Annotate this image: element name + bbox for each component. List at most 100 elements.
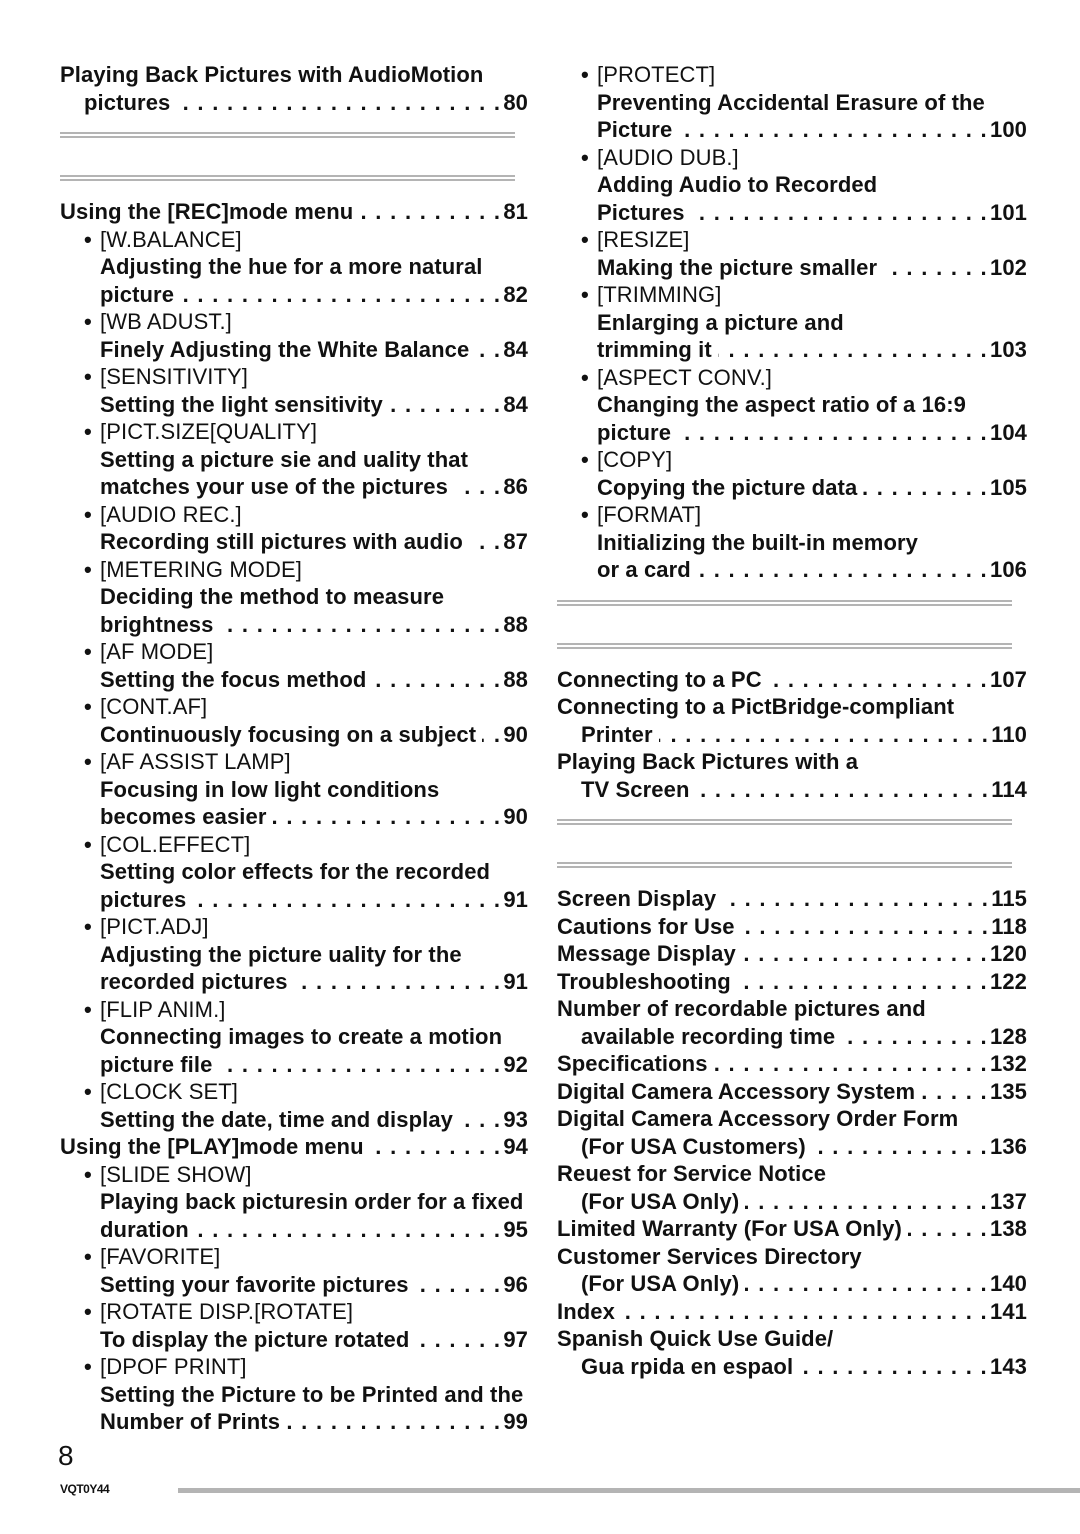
toc-entry[interactable]: Limited Warranty (For USA Only) 138: [557, 1215, 1027, 1243]
toc-entry-continued[interactable]: Setting the Picture to be Printed and th…: [60, 1381, 528, 1409]
bullet-icon: •: [84, 309, 92, 334]
toc-entry[interactable]: TV Screen 114: [557, 775, 1027, 803]
toc-entry[interactable]: recorded pictures 91: [60, 968, 528, 996]
toc-entry[interactable]: (For USA Customers) 136: [557, 1132, 1027, 1160]
toc-entry-continued[interactable]: Digital Camera Accessory Order Form: [557, 1105, 1027, 1133]
toc-entry-continued[interactable]: Reuest for Service Notice: [557, 1160, 1027, 1188]
toc-entry-continued[interactable]: Enlarging a picture and: [557, 309, 1027, 337]
toc-entry[interactable]: available recording time 128: [557, 1022, 1027, 1050]
toc-menu-item-heading[interactable]: • [COPY]: [557, 446, 1027, 474]
toc-entry-continued[interactable]: Setting a picture sie and uality that: [60, 446, 528, 474]
toc-entry[interactable]: picture 104: [557, 418, 1027, 446]
toc-entry[interactable]: picture 82: [60, 280, 528, 308]
menu-item-label: [ASPECT CONV.]: [597, 364, 773, 390]
toc-menu-item-heading[interactable]: • [SENSITIVITY]: [60, 363, 528, 391]
toc-entry-continued[interactable]: Setting color effects for the recorded: [60, 858, 528, 886]
toc-entry[interactable]: Finely Adjusting the White Balance 84: [60, 335, 528, 363]
toc-entry[interactable]: Cautions for Use 118: [557, 912, 1027, 940]
toc-entry[interactable]: or a card 106: [557, 556, 1027, 584]
toc-entry-continued[interactable]: Adjusting the hue for a more natural: [60, 253, 528, 281]
toc-menu-item-heading[interactable]: • [ROTATE DISP.[ROTATE]: [60, 1298, 528, 1326]
toc-entry[interactable]: Digital Camera Accessory System 135: [557, 1077, 1027, 1105]
toc-entry[interactable]: Number of Prints 99: [60, 1408, 528, 1436]
toc-entry-continued[interactable]: Adding Audio to Recorded: [557, 171, 1027, 199]
toc-entry-continued[interactable]: Connecting to a PictBridge-compliant: [557, 693, 1027, 721]
toc-entry[interactable]: To display the picture rotated 97: [60, 1325, 528, 1353]
toc-entry[interactable]: Specifications 132: [557, 1050, 1027, 1078]
toc-menu-item-heading[interactable]: • [DPOF PRINT]: [60, 1353, 528, 1381]
toc-menu-item-heading[interactable]: • [AF ASSIST LAMP]: [60, 748, 528, 776]
toc-entry[interactable]: Printer 110: [557, 720, 1027, 748]
toc-entry-continued[interactable]: Playing back picturesin order for a fixe…: [60, 1188, 528, 1216]
toc-entry[interactable]: Using the [PLAY]mode menu 94: [60, 1133, 528, 1161]
toc-menu-item-heading[interactable]: • [W.BALANCE]: [60, 226, 528, 254]
toc-entry[interactable]: Recording still pictures with audio 87: [60, 528, 528, 556]
toc-entry[interactable]: Index 141: [557, 1297, 1027, 1325]
toc-entry[interactable]: duration 95: [60, 1215, 528, 1243]
menu-item-label: [AF ASSIST LAMP]: [100, 749, 291, 774]
toc-entry-continued[interactable]: Changing the aspect ratio of a 16:9: [557, 391, 1027, 419]
toc-menu-item-heading[interactable]: • [AF MODE]: [60, 638, 528, 666]
toc-entry[interactable]: Picture 100: [557, 116, 1027, 144]
toc-entry[interactable]: Setting your favorite pictures 96: [60, 1270, 528, 1298]
toc-entry[interactable]: (For USA Only) 140: [557, 1270, 1027, 1298]
toc-menu-item-heading[interactable]: • [TRIMMING]: [557, 281, 1027, 309]
toc-entry[interactable]: Screen Display 115: [557, 885, 1027, 913]
entry-title: Making the picture smaller: [597, 253, 882, 281]
toc-menu-item-heading[interactable]: • [COL.EFFECT]: [60, 831, 528, 859]
toc-entry-continued[interactable]: Connecting images to create a motion: [60, 1023, 528, 1051]
toc-menu-item-heading[interactable]: • [PICT.SIZE[QUALITY]: [60, 418, 528, 446]
toc-entry[interactable]: trimming it 103: [557, 336, 1027, 364]
toc-entry-continued[interactable]: Playing Back Pictures with a: [557, 748, 1027, 776]
toc-entry-continued[interactable]: Preventing Accidental Erasure of the: [557, 89, 1027, 117]
entry-title: Setting the Picture to be Printed and th…: [100, 1381, 528, 1407]
toc-menu-item-heading[interactable]: • [FORMAT]: [557, 501, 1027, 529]
entry-title: becomes easier: [100, 803, 271, 831]
toc-entry-continued[interactable]: Focusing in low light conditions: [60, 776, 528, 804]
toc-entry-continued[interactable]: Deciding the method to measure: [60, 583, 528, 611]
toc-entry-continued[interactable]: Number of recordable pictures and: [557, 995, 1027, 1023]
toc-entry[interactable]: Connecting to a PC 107: [557, 665, 1027, 693]
toc-menu-item-heading[interactable]: • [PICT.ADJ]: [60, 913, 528, 941]
toc-entry-continued[interactable]: Customer Services Directory: [557, 1243, 1027, 1271]
toc-menu-item-heading[interactable]: • [ASPECT CONV.]: [557, 364, 1027, 392]
toc-entry[interactable]: Continuously focusing on a subject 90: [60, 720, 528, 748]
toc-entry[interactable]: (For USA Only) 137: [557, 1187, 1027, 1215]
toc-entry[interactable]: Setting the light sensitivity 84: [60, 390, 528, 418]
toc-menu-item-heading[interactable]: • [METERING MODE]: [60, 556, 528, 584]
toc-menu-item-heading[interactable]: • [AUDIO DUB.]: [557, 144, 1027, 172]
toc-menu-item-heading[interactable]: • [AUDIO REC.]: [60, 501, 528, 529]
menu-item-label: [WB ADUST.]: [100, 309, 232, 334]
toc-menu-item-heading[interactable]: • [CONT.AF]: [60, 693, 528, 721]
toc-menu-item-heading[interactable]: • [WB ADUST.]: [60, 308, 528, 336]
toc-entry[interactable]: matches your use of the pictures 86: [60, 473, 528, 501]
toc-entry[interactable]: Troubleshooting 122: [557, 967, 1027, 995]
toc-entry[interactable]: Using the [REC]mode menu 81: [60, 198, 528, 226]
page-ref: 138: [989, 1216, 1027, 1241]
toc-entry[interactable]: becomes easier 90: [60, 803, 528, 831]
toc-entry[interactable]: Copying the picture data 105: [557, 473, 1027, 501]
toc-entry-continued[interactable]: Initializing the built-in memory: [557, 529, 1027, 557]
toc-entry[interactable]: Gua rpida en espaol 143: [557, 1352, 1027, 1380]
toc-entry[interactable]: Setting the focus method 88: [60, 665, 528, 693]
toc-menu-item-heading[interactable]: • [PROTECT]: [557, 61, 1027, 89]
toc-menu-item-heading[interactable]: • [SLIDE SHOW]: [60, 1161, 528, 1189]
toc-menu-item-heading[interactable]: • [RESIZE]: [557, 226, 1027, 254]
toc-entry[interactable]: brightness 88: [60, 610, 528, 638]
toc-entry[interactable]: pictures 80: [60, 88, 528, 116]
toc-menu-item-heading[interactable]: • [FLIP ANIM.]: [60, 996, 528, 1024]
toc-entry[interactable]: pictures 91: [60, 885, 528, 913]
toc-menu-item-heading[interactable]: • [FAVORITE]: [60, 1243, 528, 1271]
entry-title: Deciding the method to measure: [100, 584, 449, 609]
toc-entry[interactable]: Message Display 120: [557, 940, 1027, 968]
toc-entry-continued[interactable]: Playing Back Pictures with AudioMotion: [60, 61, 528, 89]
toc-menu-item-heading[interactable]: • [CLOCK SET]: [60, 1078, 528, 1106]
entry-title: Playing Back Pictures with AudioMotion: [60, 62, 488, 87]
toc-entry[interactable]: Making the picture smaller 102: [557, 253, 1027, 281]
bullet-icon: •: [581, 364, 589, 390]
toc-entry-continued[interactable]: Adjusting the picture uality for the: [60, 941, 528, 969]
toc-entry[interactable]: picture file 92: [60, 1050, 528, 1078]
toc-entry[interactable]: Pictures 101: [557, 198, 1027, 226]
toc-entry-continued[interactable]: Spanish Quick Use Guide/: [557, 1325, 1027, 1353]
toc-entry[interactable]: Setting the date, time and display 93: [60, 1105, 528, 1133]
